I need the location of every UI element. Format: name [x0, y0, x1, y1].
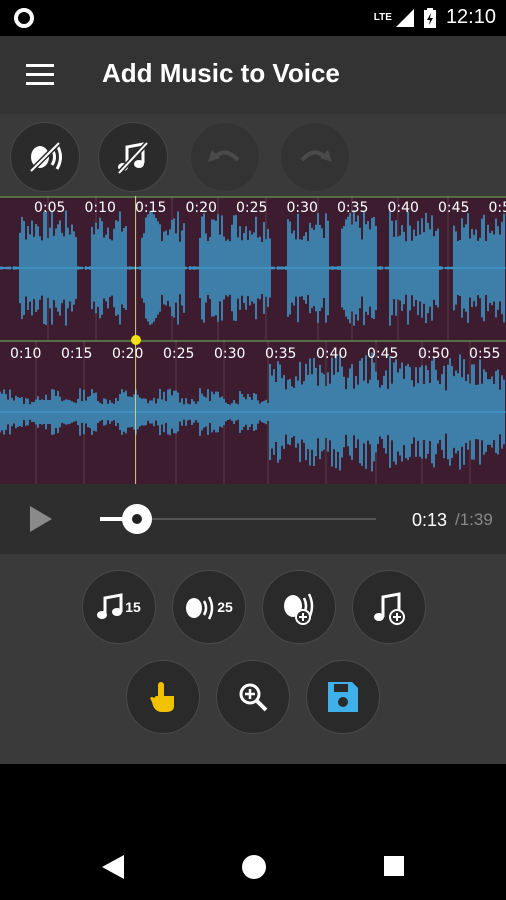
voice-volume-value: 25: [217, 599, 233, 615]
voice-icon: [186, 596, 214, 620]
system-navigation-bar: [0, 820, 506, 900]
save-icon: [328, 682, 358, 712]
redo-icon: [300, 150, 332, 162]
timeline-tick-label: 0:40: [316, 346, 348, 362]
undo-icon: [208, 150, 240, 162]
timeline-tick-label: 0:30: [286, 200, 318, 216]
timeline-tick-label: 0:45: [367, 346, 399, 362]
timeline-tick-label: 0:50: [418, 346, 450, 362]
timeline-tick-label: 0:25: [236, 200, 268, 216]
voice-waveform[interactable]: [0, 196, 506, 340]
home-icon[interactable]: [242, 855, 266, 879]
menu-icon[interactable]: [26, 64, 54, 86]
add-voice-button[interactable]: [262, 570, 336, 644]
timeline-tick-label: 0:05: [34, 200, 66, 216]
add-music-icon: [374, 592, 405, 625]
touch-mode-button[interactable]: [126, 660, 200, 734]
voice-effect-icon: [29, 141, 62, 173]
timeline-tick-label: 0:35: [265, 346, 297, 362]
zoom-in-icon: [239, 683, 268, 712]
voice-volume-button[interactable]: 25: [172, 570, 246, 644]
current-time: 0:13: [412, 510, 448, 530]
voice-effect-button[interactable]: [10, 122, 80, 192]
timeline-tick-label: 0:55: [469, 346, 501, 362]
music-effect-button[interactable]: [98, 122, 168, 192]
action-panel: 15 25: [0, 554, 506, 764]
status-bar: LTE 12:10: [0, 0, 506, 36]
save-button[interactable]: [306, 660, 380, 734]
timeline-tick-label: 0:40: [387, 200, 419, 216]
timeline-tick-label: 0:10: [84, 200, 116, 216]
back-icon[interactable]: [102, 855, 124, 879]
play-icon[interactable]: [30, 506, 52, 532]
timeline-tick-label: 0:45: [438, 200, 470, 216]
music-note-icon: [97, 593, 123, 619]
network-label: LTE: [373, 11, 392, 23]
timeline-tick-label: 0:25: [163, 346, 195, 362]
notification-icon: [14, 8, 34, 28]
battery-icon: [423, 7, 436, 28]
player-controls: 0:13 /1:39: [0, 484, 506, 554]
status-icons: LTE 12:10: [374, 6, 496, 29]
playhead-line: [135, 196, 136, 484]
playhead-marker[interactable]: [131, 335, 141, 345]
timeline-tick-label: 0:15: [61, 346, 93, 362]
music-effect-icon: [117, 141, 149, 175]
add-music-button[interactable]: [352, 570, 426, 644]
timeline-tick-label: 0:20: [112, 346, 144, 362]
timeline-tick-label: 0:15: [135, 200, 167, 216]
zoom-button[interactable]: [216, 660, 290, 734]
timeline-tick-label: 0:5: [488, 200, 506, 216]
signal-icon: [395, 8, 414, 27]
add-voice-icon: [284, 593, 314, 625]
page-title: Add Music to Voice: [102, 58, 340, 88]
music-volume-value: 15: [125, 599, 141, 615]
touch-hand-icon: [150, 682, 174, 712]
timeline-tick-label: 0:30: [214, 346, 246, 362]
toolbar: [0, 114, 506, 196]
timeline-tick-label: 0:20: [185, 200, 217, 216]
total-time: /1:39: [455, 510, 493, 529]
timeline-tick-label: 0:35: [337, 200, 369, 216]
redo-button[interactable]: [280, 122, 350, 192]
clock: 12:10: [445, 6, 496, 28]
timeline-tick-label: 0:10: [10, 346, 42, 362]
seek-handle[interactable]: [122, 504, 152, 534]
app-bar: Add Music to Voice: [0, 36, 506, 114]
music-volume-button[interactable]: 15: [82, 570, 156, 644]
recents-icon[interactable]: [384, 856, 404, 876]
undo-button[interactable]: [190, 122, 260, 192]
